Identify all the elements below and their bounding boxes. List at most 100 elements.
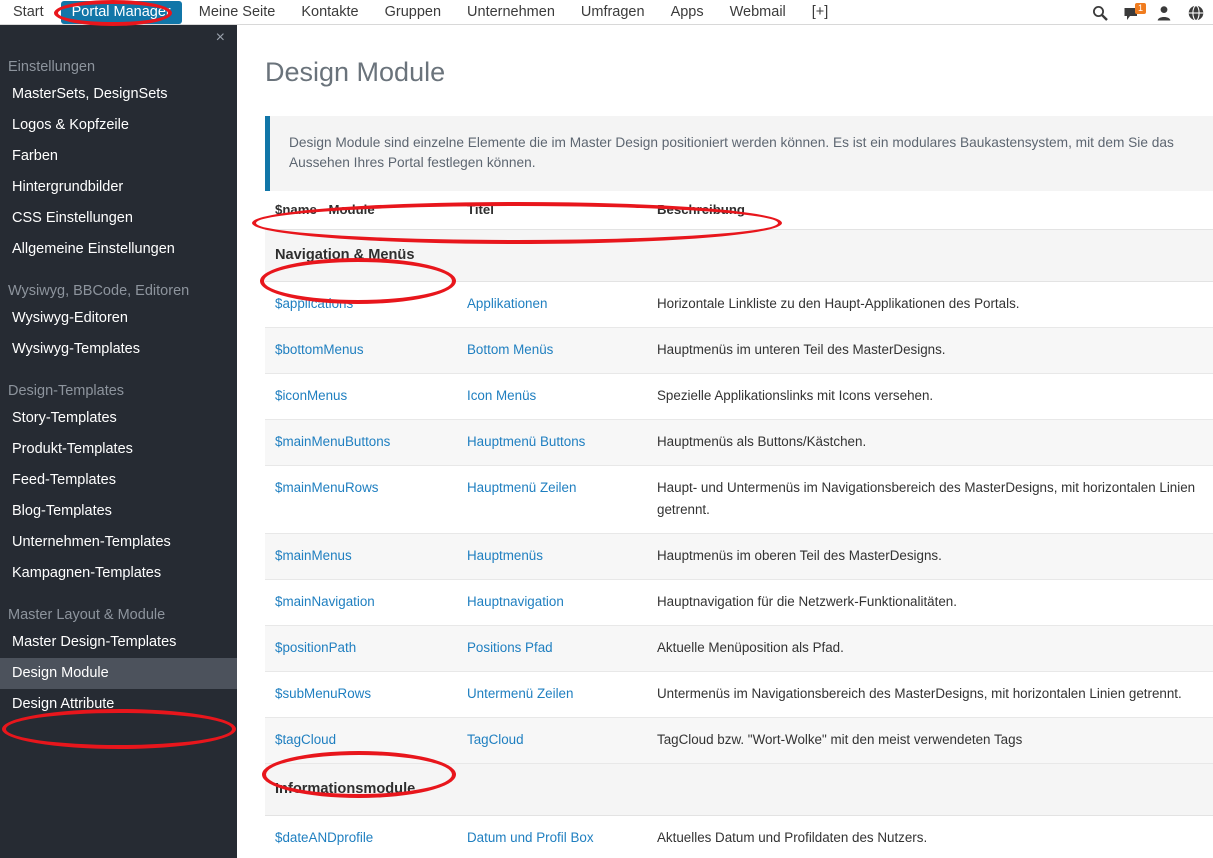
top-nav-item-unternehmen[interactable]: Unternehmen [454, 0, 568, 25]
user-icon[interactable] [1155, 4, 1173, 22]
module-title-cell: TagCloud [457, 718, 647, 764]
sidebar-item-hintergrundbilder[interactable]: Hintergrundbilder [0, 172, 237, 203]
module-title-cell: Applikationen [457, 282, 647, 328]
sidebar-group-label: Design-Templates [0, 377, 237, 403]
module-description-cell: Hauptmenüs als Buttons/Kästchen. [647, 420, 1213, 466]
sidebar-item-farben[interactable]: Farben [0, 141, 237, 172]
module-description-cell: Aktuelles Datum und Profildaten des Nutz… [647, 816, 1213, 858]
table-row: $dateANDprofile Datum und Profil Box Aktue… [265, 816, 1213, 858]
top-nav-item-[interactable]: [+] [799, 0, 842, 25]
sidebar-item-design-module[interactable]: Design Module [0, 658, 237, 689]
module-description-cell: Hauptmenüs im unteren Teil des MasterDes… [647, 328, 1213, 374]
module-title-cell: Positions Pfad [457, 626, 647, 672]
module-title-cell: Icon Menüs [457, 374, 647, 420]
sidebar-item-design-attribute[interactable]: Design Attribute [0, 689, 237, 720]
table-row: $mainMenuRows Hauptmenü Zeilen Haupt- und … [265, 466, 1213, 534]
column-header: Beschreibung [647, 191, 1213, 230]
module-title-link[interactable]: Hauptmenüs [467, 548, 543, 563]
module-name-link[interactable]: $bottomMenus [275, 342, 364, 357]
messages-badge: 1 [1135, 3, 1146, 14]
sidebar-item-css-einstellungen[interactable]: CSS Einstellungen [0, 203, 237, 234]
module-name-cell: $dateANDprofile [265, 816, 457, 858]
module-description-cell: TagCloud bzw. "Wort-Wolke" mit den meist… [647, 718, 1213, 764]
module-title-link[interactable]: Icon Menüs [467, 388, 536, 403]
column-header: $name - Module [265, 191, 457, 230]
top-nav-item-webmail[interactable]: Webmail [717, 0, 799, 25]
module-name-cell: $mainNavigation [265, 580, 457, 626]
module-title-cell: Datum und Profil Box [457, 816, 647, 858]
module-name-link[interactable]: $positionPath [275, 640, 356, 655]
table-row: $mainNavigation Hauptnavigation Hauptnavig… [265, 580, 1213, 626]
table-row: $mainMenuButtons Hauptmenü Buttons Hauptme… [265, 420, 1213, 466]
sidebar-item-wysiwyg-editoren[interactable]: Wysiwyg-Editoren [0, 303, 237, 334]
section-header-row: Informationsmodule [265, 764, 1213, 816]
table-row: $tagCloud TagCloud TagCloud bzw. "Wort-Wol… [265, 718, 1213, 764]
module-title-link[interactable]: Untermenü Zeilen [467, 686, 573, 701]
sidebar-item-master-design-templates[interactable]: Master Design-Templates [0, 627, 237, 658]
sidebar-item-wysiwyg-templates[interactable]: Wysiwyg-Templates [0, 334, 237, 365]
section-header-row: Navigation & Menüs [265, 230, 1213, 282]
module-name-link[interactable]: $mainMenus [275, 548, 352, 563]
module-name-link[interactable]: $mainMenuButtons [275, 434, 390, 449]
module-name-cell: $iconMenus [265, 374, 457, 420]
sidebar-item-kampagnen-templates[interactable]: Kampagnen-Templates [0, 558, 237, 589]
module-name-cell: $mainMenuRows [265, 466, 457, 534]
module-name-link[interactable]: $mainNavigation [275, 594, 375, 609]
module-title-link[interactable]: Hauptmenü Buttons [467, 434, 585, 449]
module-name-cell: $positionPath [265, 626, 457, 672]
design-modules-table: $name - ModuleTitelBeschreibungNavigatio… [265, 191, 1213, 858]
table-row: $bottomMenus Bottom Menüs Hauptmenüs im un… [265, 328, 1213, 374]
module-title-cell: Hauptmenü Zeilen [457, 466, 647, 534]
design-modules-table-body: $name - ModuleTitelBeschreibungNavigatio… [265, 191, 1213, 858]
sidebar-item-allgemeine-einstellungen[interactable]: Allgemeine Einstellungen [0, 234, 237, 265]
module-name-cell: $tagCloud [265, 718, 457, 764]
module-title-link[interactable]: Hauptmenü Zeilen [467, 480, 576, 495]
module-name-link[interactable]: $applications [275, 296, 353, 311]
section-title: Navigation & Menüs [265, 230, 1213, 282]
module-name-link[interactable]: $iconMenus [275, 388, 347, 403]
globe-icon[interactable] [1187, 4, 1205, 22]
module-name-link[interactable]: $mainMenuRows [275, 480, 378, 495]
module-title-link[interactable]: TagCloud [467, 732, 524, 747]
close-icon[interactable]: × [216, 30, 225, 46]
module-title-link[interactable]: Datum und Profil Box [467, 830, 594, 845]
module-title-cell: Bottom Menüs [457, 328, 647, 374]
sidebar-item-blog-templates[interactable]: Blog-Templates [0, 496, 237, 527]
sidebar-group-label: Einstellungen [0, 53, 237, 79]
module-title-cell: Untermenü Zeilen [457, 672, 647, 718]
module-name-cell: $mainMenuButtons [265, 420, 457, 466]
table-row: $positionPath Positions Pfad Aktuelle Menü… [265, 626, 1213, 672]
top-nav-item-portal-manager[interactable]: Portal Manager [61, 1, 182, 24]
sidebar-item-produkt-templates[interactable]: Produkt-Templates [0, 434, 237, 465]
sidebar-item-story-templates[interactable]: Story-Templates [0, 403, 237, 434]
module-name-cell: $applications [265, 282, 457, 328]
sidebar-group-label: Master Layout & Module [0, 601, 237, 627]
module-description-cell: Hauptmenüs im oberen Teil des MasterDesi… [647, 534, 1213, 580]
top-nav-item-apps[interactable]: Apps [658, 0, 717, 25]
table-row: $subMenuRowsUntermenü ZeilenUntermenüs i… [265, 672, 1213, 718]
messages-icon[interactable]: 1 [1123, 4, 1141, 22]
sidebar-item-logos-kopfzeile[interactable]: Logos & Kopfzeile [0, 110, 237, 141]
top-nav-item-meine-seite[interactable]: Meine Seite [186, 0, 289, 25]
module-name-link[interactable]: $dateANDprofile [275, 830, 373, 845]
module-description-cell: Spezielle Applikationslinks mit Icons ve… [647, 374, 1213, 420]
module-name-link[interactable]: $tagCloud [275, 732, 336, 747]
search-icon[interactable] [1091, 4, 1109, 22]
sidebar-item-mastersets-designsets[interactable]: MasterSets, DesignSets [0, 79, 237, 110]
sidebar-item-feed-templates[interactable]: Feed-Templates [0, 465, 237, 496]
module-title-link[interactable]: Bottom Menüs [467, 342, 553, 357]
top-nav-item-start[interactable]: Start [0, 0, 57, 25]
top-nav-item-kontakte[interactable]: Kontakte [288, 0, 371, 25]
main-content: Design Module Design Module sind einzeln… [237, 25, 1213, 858]
module-title-cell: Hauptmenü Buttons [457, 420, 647, 466]
module-title-link[interactable]: Applikationen [467, 296, 547, 311]
module-description-cell: Haupt- und Untermenüs im Navigationsbere… [647, 466, 1213, 534]
module-name-link[interactable]: $subMenuRows [275, 686, 371, 701]
top-nav-item-gruppen[interactable]: Gruppen [372, 0, 454, 25]
module-title-link[interactable]: Positions Pfad [467, 640, 553, 655]
module-description-cell: Hauptnavigation für die Netzwerk-Funktio… [647, 580, 1213, 626]
sidebar-item-unternehmen-templates[interactable]: Unternehmen-Templates [0, 527, 237, 558]
module-title-link[interactable]: Hauptnavigation [467, 594, 564, 609]
top-nav-item-umfragen[interactable]: Umfragen [568, 0, 658, 25]
module-description-cell: Aktuelle Menüposition als Pfad. [647, 626, 1213, 672]
